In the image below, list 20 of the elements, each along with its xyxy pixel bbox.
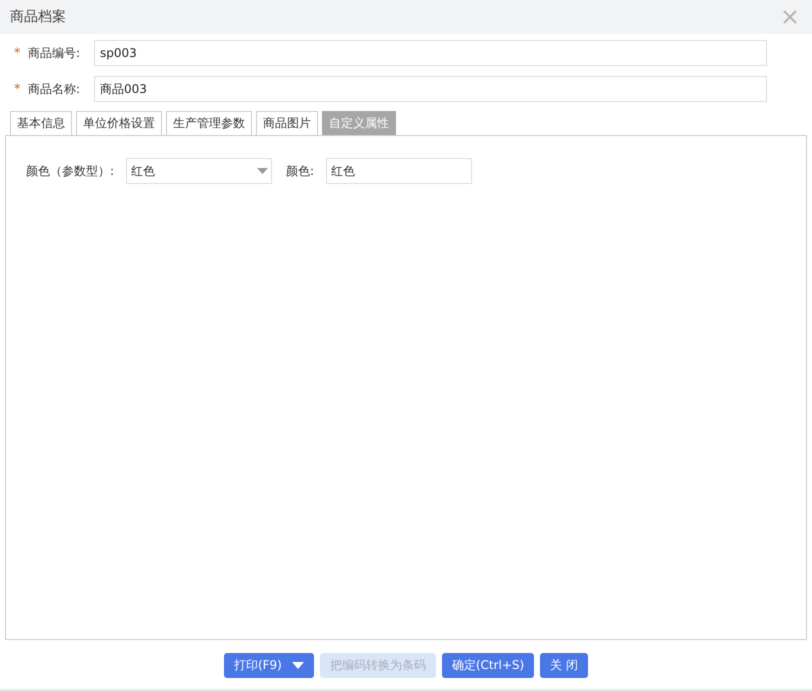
field-label: 商品名称:	[28, 80, 82, 98]
attribute-label: 颜色（参数型）:	[26, 162, 114, 180]
caret-icon	[257, 168, 268, 174]
required-mark: *	[14, 46, 22, 60]
required-mark: *	[14, 82, 22, 96]
close-icon[interactable]	[782, 9, 798, 25]
input-field[interactable]: 红色	[326, 158, 472, 184]
window-title: 商品档案	[10, 8, 66, 26]
input-field[interactable]: 商品003	[94, 76, 767, 102]
tab[interactable]: 生产管理参数	[166, 111, 252, 135]
tab[interactable]: 商品图片	[256, 111, 318, 135]
field-label: 商品编号:	[28, 44, 82, 62]
attribute-label: 颜色:	[286, 162, 314, 180]
tab[interactable]: 基本信息	[10, 111, 72, 135]
button[interactable]: 打印(F9)	[224, 653, 314, 678]
button[interactable]: 关 闭	[540, 653, 588, 678]
dropdown-field[interactable]: 红色	[126, 158, 272, 184]
input-field[interactable]: sp003	[94, 40, 767, 66]
tab[interactable]: 单位价格设置	[76, 111, 162, 135]
button[interactable]: 确定(Ctrl+S)	[442, 653, 534, 678]
